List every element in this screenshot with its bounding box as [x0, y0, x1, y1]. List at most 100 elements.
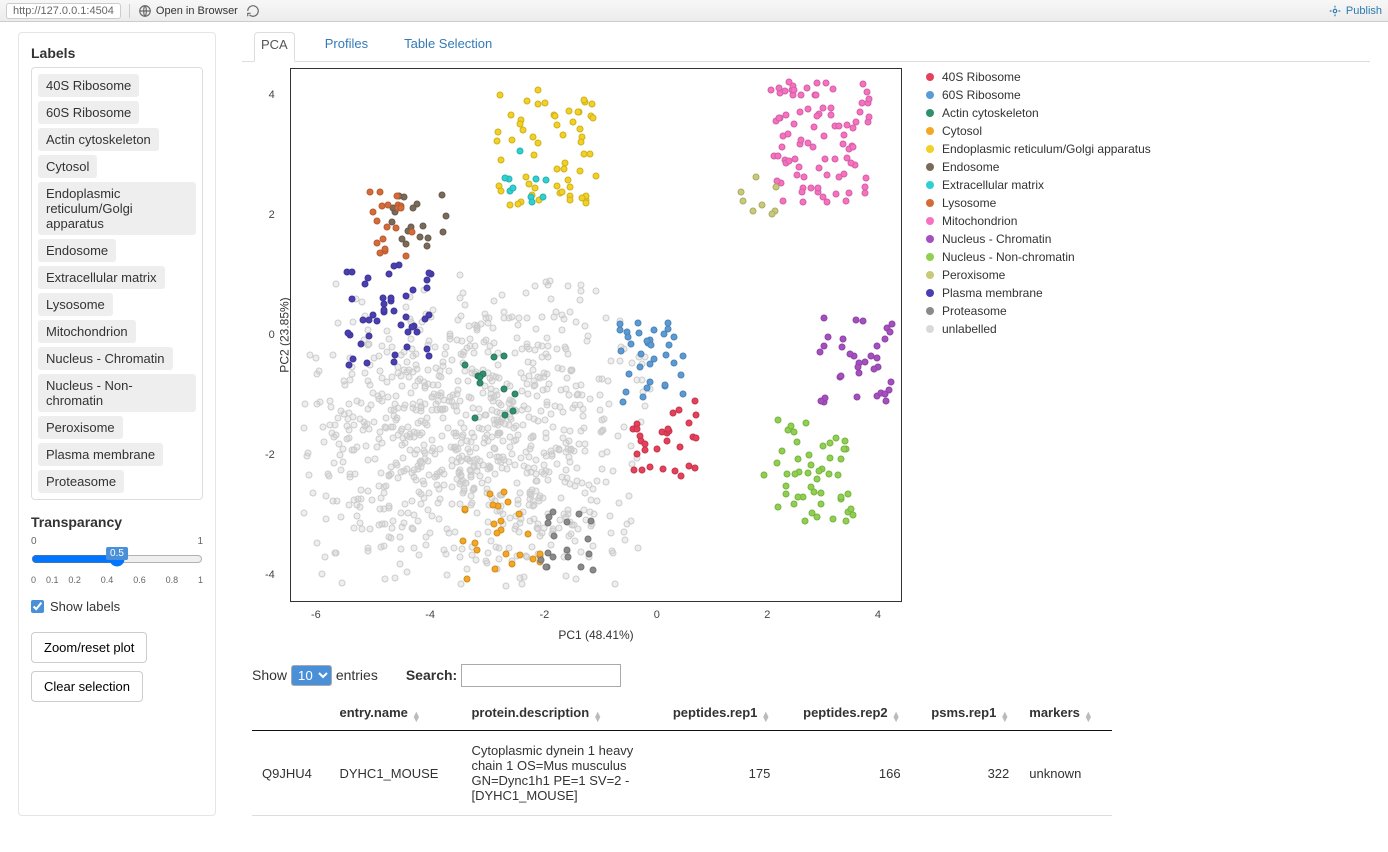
- scatter-point[interactable]: [541, 416, 548, 423]
- scatter-point[interactable]: [499, 510, 506, 517]
- scatter-point[interactable]: [530, 134, 537, 141]
- scatter-point[interactable]: [574, 465, 581, 472]
- scatter-point[interactable]: [811, 124, 818, 131]
- scatter-point[interactable]: [799, 189, 806, 196]
- scatter-point[interactable]: [393, 224, 400, 231]
- scatter-point[interactable]: [860, 317, 867, 324]
- scatter-point[interactable]: [429, 512, 436, 519]
- page-size-select[interactable]: 10: [291, 665, 332, 686]
- scatter-point[interactable]: [456, 294, 463, 301]
- scatter-point[interactable]: [782, 490, 789, 497]
- scatter-point[interactable]: [565, 350, 572, 357]
- scatter-point[interactable]: [442, 212, 449, 219]
- scatter-point[interactable]: [492, 387, 499, 394]
- scatter-point[interactable]: [463, 565, 470, 572]
- scatter-point[interactable]: [362, 369, 369, 376]
- scatter-point[interactable]: [838, 372, 845, 379]
- scatter-point[interactable]: [670, 409, 677, 416]
- label-chip[interactable]: Peroxisome: [38, 416, 123, 439]
- scatter-point[interactable]: [557, 495, 564, 502]
- scatter-point[interactable]: [496, 430, 503, 437]
- scatter-point[interactable]: [574, 526, 581, 533]
- scatter-point[interactable]: [321, 554, 328, 561]
- scatter-point[interactable]: [685, 420, 692, 427]
- scatter-point[interactable]: [508, 136, 515, 143]
- scatter-point[interactable]: [423, 345, 430, 352]
- scatter-point[interactable]: [593, 173, 600, 180]
- scatter-point[interactable]: [659, 465, 666, 472]
- scatter-point[interactable]: [850, 125, 857, 132]
- scatter-point[interactable]: [826, 470, 833, 477]
- scatter-point[interactable]: [330, 434, 337, 441]
- scatter-point[interactable]: [368, 497, 375, 504]
- scatter-point[interactable]: [453, 430, 460, 437]
- scatter-point[interactable]: [367, 382, 374, 389]
- scatter-point[interactable]: [304, 452, 311, 459]
- scatter-point[interactable]: [670, 359, 677, 366]
- scatter-point[interactable]: [874, 342, 881, 349]
- scatter-point[interactable]: [349, 318, 356, 325]
- scatter-point[interactable]: [424, 235, 431, 242]
- scatter-point[interactable]: [365, 316, 372, 323]
- scatter-point[interactable]: [301, 510, 308, 517]
- scatter-point[interactable]: [614, 432, 621, 439]
- scatter-point[interactable]: [349, 371, 356, 378]
- scatter-point[interactable]: [588, 517, 595, 524]
- scatter-point[interactable]: [752, 174, 759, 181]
- scatter-point[interactable]: [345, 401, 352, 408]
- scatter-point[interactable]: [500, 489, 507, 496]
- scatter-point[interactable]: [389, 434, 396, 441]
- scatter-point[interactable]: [651, 326, 658, 333]
- scatter-point[interactable]: [883, 398, 890, 405]
- scatter-point[interactable]: [322, 516, 329, 523]
- column-header[interactable]: protein.description▲▼: [461, 697, 650, 731]
- scatter-point[interactable]: [502, 551, 509, 558]
- scatter-point[interactable]: [385, 270, 392, 277]
- scatter-point[interactable]: [551, 113, 558, 120]
- scatter-point[interactable]: [797, 91, 804, 98]
- scatter-point[interactable]: [567, 197, 574, 204]
- scatter-point[interactable]: [404, 509, 411, 516]
- scatter-point[interactable]: [396, 534, 403, 541]
- scatter-point[interactable]: [665, 319, 672, 326]
- scatter-point[interactable]: [365, 332, 372, 339]
- scatter-point[interactable]: [454, 458, 461, 465]
- scatter-point[interactable]: [582, 490, 589, 497]
- scatter-point[interactable]: [560, 315, 567, 322]
- scatter-point[interactable]: [827, 454, 834, 461]
- scatter-point[interactable]: [486, 451, 493, 458]
- scatter-point[interactable]: [663, 437, 670, 444]
- scatter-point[interactable]: [525, 464, 532, 471]
- scatter-point[interactable]: [547, 541, 554, 548]
- scatter-point[interactable]: [853, 119, 860, 126]
- scatter-point[interactable]: [617, 347, 624, 354]
- scatter-point[interactable]: [504, 466, 511, 473]
- scatter-point[interactable]: [579, 194, 586, 201]
- scatter-point[interactable]: [817, 398, 824, 405]
- show-labels-checkbox[interactable]: [31, 600, 44, 613]
- scatter-point[interactable]: [538, 557, 545, 564]
- scatter-point[interactable]: [344, 422, 351, 429]
- scatter-point[interactable]: [515, 322, 522, 329]
- scatter-point[interactable]: [799, 198, 806, 205]
- legend-item[interactable]: Actin cytoskeleton: [926, 104, 1151, 122]
- scatter-point[interactable]: [468, 493, 475, 500]
- scatter-point[interactable]: [576, 402, 583, 409]
- scatter-point[interactable]: [861, 183, 868, 190]
- scatter-point[interactable]: [392, 574, 399, 581]
- scatter-point[interactable]: [554, 345, 561, 352]
- scatter-point[interactable]: [782, 87, 789, 94]
- scatter-point[interactable]: [524, 531, 531, 538]
- scatter-point[interactable]: [391, 359, 398, 366]
- scatter-point[interactable]: [802, 518, 809, 525]
- legend-item[interactable]: Nucleus - Non-chromatin: [926, 248, 1151, 266]
- scatter-point[interactable]: [533, 326, 540, 333]
- scatter-point[interactable]: [538, 407, 545, 414]
- scatter-point[interactable]: [543, 386, 550, 393]
- scatter-point[interactable]: [832, 156, 839, 163]
- scatter-point[interactable]: [487, 464, 494, 471]
- scatter-point[interactable]: [460, 489, 467, 496]
- scatter-point[interactable]: [320, 438, 327, 445]
- scatter-point[interactable]: [692, 397, 699, 404]
- scatter-point[interactable]: [583, 337, 590, 344]
